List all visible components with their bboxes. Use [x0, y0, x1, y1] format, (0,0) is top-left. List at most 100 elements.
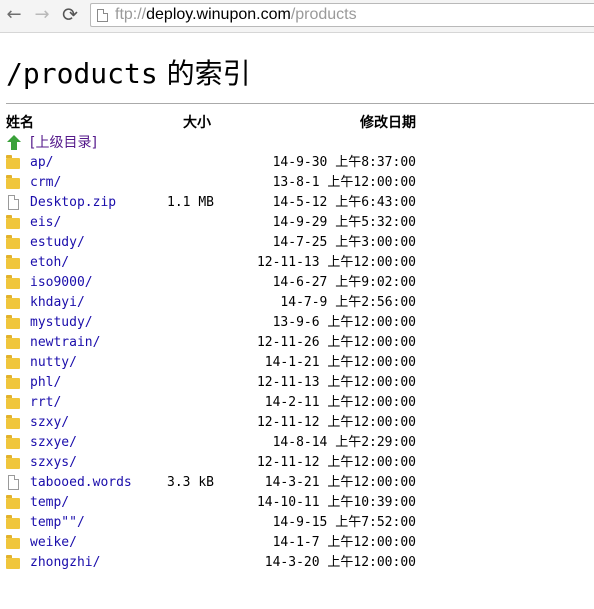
list-item: weike/14-1-7 上午12:00:00 [6, 533, 426, 553]
back-arrow-icon[interactable]: ← [3, 4, 25, 26]
url-text[interactable]: ftp://deploy.winupon.com/products [115, 6, 357, 24]
list-item: estudy/14-7-25 上午3:00:00 [6, 233, 426, 253]
list-item: szxys/12-11-12 上午12:00:00 [6, 453, 426, 473]
entry-rows: ap/14-9-30 上午8:37:00 crm/13-8-1 上午12:00:0… [6, 153, 426, 573]
list-item: szxye/14-8-14 上午2:29:00 [6, 433, 426, 453]
entry-date: 13-9-6 上午12:00:00 [272, 315, 416, 330]
entry-date: 14-7-25 上午3:00:00 [272, 235, 416, 250]
entry-name-link[interactable]: szxy/ [30, 413, 69, 433]
entry-date: 12-11-12 上午12:00:00 [256, 455, 416, 470]
entry-name-link[interactable]: temp""/ [30, 513, 85, 533]
folder-icon [6, 455, 20, 469]
entry-date: 12-11-12 上午12:00:00 [256, 415, 416, 430]
entry-date: 14-7-9 上午2:56:00 [280, 295, 416, 310]
folder-icon [6, 215, 20, 229]
directory-listing: 姓名 大小 修改日期 [上级目录] ap/14-9-30 上午8:37:00 cr… [6, 113, 426, 573]
list-item: tabooed.words 3.3 kB 14-3-21 上午12:00:00 [6, 473, 426, 493]
entry-name-link[interactable]: tabooed.words [30, 473, 132, 493]
entry-date: 14-1-7 上午12:00:00 [272, 535, 416, 550]
column-header-date[interactable]: 修改日期 [360, 113, 416, 133]
list-item: temp/14-10-11 上午10:39:00 [6, 493, 426, 513]
entry-name-link[interactable]: temp/ [30, 493, 69, 513]
entry-date: 12-11-26 上午12:00:00 [256, 335, 416, 350]
entry-date: 14-9-15 上午7:52:00 [272, 515, 416, 530]
url-host: deploy.winupon.com [146, 6, 291, 23]
entry-name-link[interactable]: crm/ [30, 173, 61, 193]
reload-icon[interactable]: ⟳ [59, 4, 81, 26]
folder-icon [6, 415, 20, 429]
file-icon [8, 475, 19, 490]
folder-icon [6, 335, 20, 349]
up-arrow-icon [7, 135, 21, 150]
folder-icon [6, 495, 20, 509]
folder-icon [6, 555, 20, 569]
page-title-suffix: 的索引 [157, 57, 251, 90]
list-item: newtrain/12-11-26 上午12:00:00 [6, 333, 426, 353]
folder-icon [6, 375, 20, 389]
url-scheme: ftp:// [115, 6, 147, 23]
entry-date: 14-10-11 上午10:39:00 [256, 495, 416, 510]
entry-name-link[interactable]: phl/ [30, 373, 61, 393]
entry-name-link[interactable]: szxye/ [30, 433, 77, 453]
list-item: iso9000/14-6-27 上午9:02:00 [6, 273, 426, 293]
entry-date: 14-3-20 上午12:00:00 [264, 555, 416, 570]
folder-icon [6, 435, 20, 449]
entry-name-link[interactable]: etoh/ [30, 253, 69, 273]
list-item: zhongzhi/14-3-20 上午12:00:00 [6, 553, 426, 573]
parent-directory-link[interactable]: [上级目录] [30, 133, 97, 153]
entry-name-link[interactable]: eis/ [30, 213, 61, 233]
folder-icon [6, 255, 20, 269]
column-header-size[interactable]: 大小 [183, 113, 211, 133]
list-item: szxy/12-11-12 上午12:00:00 [6, 413, 426, 433]
list-item: etoh/12-11-13 上午12:00:00 [6, 253, 426, 273]
page-icon [97, 8, 108, 22]
entry-date: 12-11-13 上午12:00:00 [256, 255, 416, 270]
file-icon [8, 195, 19, 210]
folder-icon [6, 235, 20, 249]
entry-size: 1.1 MB [167, 195, 214, 210]
entry-name-link[interactable]: newtrain/ [30, 333, 100, 353]
entry-name-link[interactable]: weike/ [30, 533, 77, 553]
entry-name-link[interactable]: ap/ [30, 153, 53, 173]
entry-name-link[interactable]: iso9000/ [30, 273, 93, 293]
entry-name-link[interactable]: rrt/ [30, 393, 61, 413]
page-title-path: /products [6, 57, 158, 90]
entry-name-link[interactable]: khdayi/ [30, 293, 85, 313]
page-title: /products 的索引 [6, 54, 251, 94]
listing-header: 姓名 大小 修改日期 [6, 113, 426, 133]
list-item: ap/14-9-30 上午8:37:00 [6, 153, 426, 173]
entry-size: 3.3 kB [167, 475, 214, 490]
column-header-name[interactable]: 姓名 [6, 113, 34, 133]
entry-name-link[interactable]: estudy/ [30, 233, 85, 253]
folder-icon [6, 295, 20, 309]
entry-name-link[interactable]: Desktop.zip [30, 193, 116, 213]
folder-icon [6, 315, 20, 329]
entry-date: 14-2-11 上午12:00:00 [264, 395, 416, 410]
folder-icon [6, 535, 20, 549]
entry-date: 14-1-21 上午12:00:00 [264, 355, 416, 370]
entry-date: 13-8-1 上午12:00:00 [272, 175, 416, 190]
list-item: khdayi/14-7-9 上午2:56:00 [6, 293, 426, 313]
url-path: /products [290, 6, 357, 23]
list-item: rrt/14-2-11 上午12:00:00 [6, 393, 426, 413]
list-item: mystudy/13-9-6 上午12:00:00 [6, 313, 426, 333]
forward-arrow-icon[interactable]: → [31, 4, 53, 26]
list-item: temp""/ 14-9-15 上午7:52:00 [6, 513, 426, 533]
list-item: nutty/14-1-21 上午12:00:00 [6, 353, 426, 373]
folder-icon [6, 175, 20, 189]
list-item: Desktop.zip 1.1 MB 14-5-12 上午6:43:00 [6, 193, 426, 213]
entry-date: 14-3-21 上午12:00:00 [264, 475, 416, 490]
folder-icon [6, 395, 20, 409]
folder-icon [6, 515, 20, 529]
entry-name-link[interactable]: zhongzhi/ [30, 553, 100, 573]
title-divider [6, 103, 594, 104]
entry-date: 14-9-30 上午8:37:00 [272, 155, 416, 170]
entry-name-link[interactable]: mystudy/ [30, 313, 93, 333]
entry-date: 14-8-14 上午2:29:00 [272, 435, 416, 450]
list-item: phl/12-11-13 上午12:00:00 [6, 373, 426, 393]
entry-name-link[interactable]: szxys/ [30, 453, 77, 473]
address-bar[interactable]: ftp://deploy.winupon.com/products [90, 3, 594, 27]
entry-date: 14-5-12 上午6:43:00 [272, 195, 416, 210]
entry-date: 14-6-27 上午9:02:00 [272, 275, 416, 290]
entry-name-link[interactable]: nutty/ [30, 353, 77, 373]
